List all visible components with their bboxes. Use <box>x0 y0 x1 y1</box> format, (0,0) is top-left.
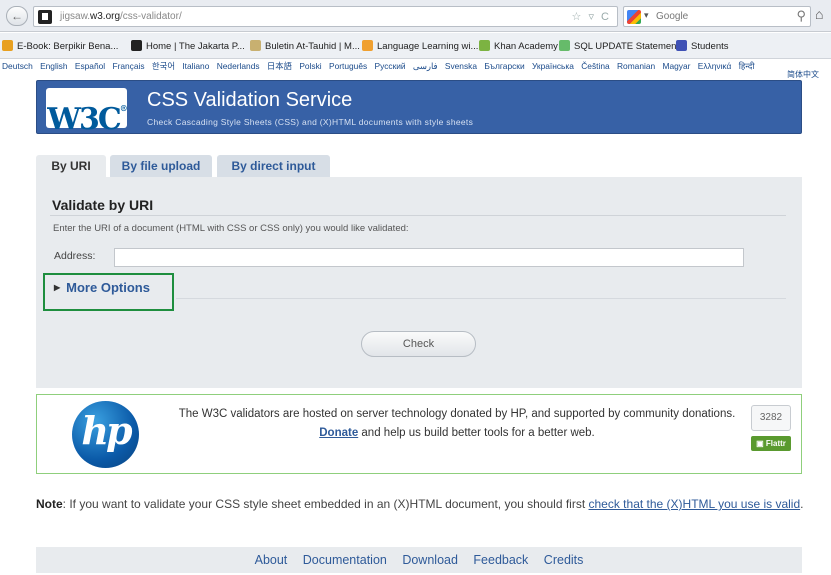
form-description: Enter the URI of a document (HTML with C… <box>53 223 409 234</box>
lang-link[interactable]: Svenska <box>445 61 477 71</box>
footer-link-feedback[interactable]: Feedback <box>473 553 528 567</box>
lang-link[interactable]: Français <box>112 61 144 71</box>
lang-link[interactable]: Ελληνικά <box>698 61 732 71</box>
flattr-button[interactable]: ▣ Flattr <box>751 436 791 451</box>
bookmark-item[interactable]: SQL UPDATE Statement <box>559 40 679 52</box>
lang-link[interactable]: فارسی <box>413 61 438 71</box>
bookmark-star-reload-icons[interactable]: ☆ ▿ C <box>572 10 611 23</box>
validate-by-uri-panel: Validate by URI Enter the URI of a docum… <box>36 177 802 388</box>
header-banner: W3C® CSS Validation Service Check Cascad… <box>36 80 802 137</box>
note-paragraph: Note: If you want to validate your CSS s… <box>36 497 804 511</box>
jakarta-post-icon <box>131 40 142 51</box>
bookmark-item[interactable]: Home | The Jakarta P... <box>131 40 245 52</box>
lang-link[interactable]: 한국어 <box>152 61 175 71</box>
site-favicon-icon <box>38 10 52 24</box>
page-title: CSS Validation Service <box>147 89 353 111</box>
language-icon <box>362 40 373 51</box>
w3c-logo[interactable]: W3C® <box>46 88 128 137</box>
search-icon[interactable]: ⚲ <box>796 8 806 24</box>
tab-by-file-upload[interactable]: By file upload <box>110 155 212 177</box>
book-icon <box>2 40 13 51</box>
bookmark-item[interactable]: Buletin At-Tauhid | M... <box>250 40 360 52</box>
sponsor-box: hp The W3C validators are hosted on serv… <box>36 394 802 474</box>
page-subtitle: Check Cascading Style Sheets (CSS) and (… <box>147 117 474 127</box>
leaf-icon <box>479 40 490 51</box>
hp-logo[interactable]: hp <box>72 401 139 468</box>
section-heading: Validate by URI <box>52 197 154 213</box>
page-icon <box>250 40 261 51</box>
check-xhtml-link[interactable]: check that the (X)HTML you use is valid <box>589 497 801 511</box>
lang-link[interactable]: 简体中文 <box>787 69 819 80</box>
footer-link-credits[interactable]: Credits <box>544 553 584 567</box>
footer-link-download[interactable]: Download <box>402 553 458 567</box>
sponsor-text: The W3C validators are hosted on server … <box>178 408 736 439</box>
lang-link[interactable]: Italiano <box>182 61 209 71</box>
search-placeholder: Google <box>656 11 689 22</box>
bookmark-item[interactable]: Students <box>676 40 729 52</box>
language-selector: Deutsch English Español Français 한국어 Ita… <box>2 60 829 72</box>
w3schools-icon <box>559 40 570 51</box>
lang-link[interactable]: Български <box>484 61 524 71</box>
address-input[interactable] <box>114 248 744 267</box>
lang-link[interactable]: English <box>40 61 67 71</box>
tab-by-uri[interactable]: By URI <box>36 155 106 177</box>
footer-link-about[interactable]: About <box>255 553 288 567</box>
bookmark-item[interactable]: Khan Academy <box>479 40 558 52</box>
lang-link[interactable]: Romanian <box>617 61 655 71</box>
check-button[interactable]: Check <box>361 331 476 357</box>
lang-link[interactable]: हिन्दी <box>739 61 755 71</box>
lang-link[interactable]: Magyar <box>663 61 691 71</box>
lang-link[interactable]: Nederlands <box>217 61 260 71</box>
url-text: jigsaw.w3.org/css-validator/ <box>60 11 182 22</box>
lang-link[interactable]: Polski <box>299 61 321 71</box>
address-bar[interactable]: jigsaw.w3.org/css-validator/ ☆ ▿ C <box>33 6 618 27</box>
students-icon <box>676 40 687 51</box>
more-options-toggle[interactable]: ▶ More Options <box>54 280 150 295</box>
lang-link[interactable]: 日本語 <box>267 61 292 71</box>
address-label: Address: <box>54 250 96 262</box>
lang-link[interactable]: Čeština <box>581 61 609 71</box>
browser-toolbar: ← jigsaw.w3.org/css-validator/ ☆ ▿ C ▾ G… <box>0 0 831 32</box>
footer-link-documentation[interactable]: Documentation <box>303 553 387 567</box>
search-engine-dropdown-icon[interactable]: ▾ <box>644 10 649 21</box>
bookmark-item[interactable]: E-Book: Berpikir Bena... <box>2 40 118 52</box>
bookmarks-bar: E-Book: Berpikir Bena... Home | The Jaka… <box>0 33 831 59</box>
footer-nav: About Documentation Download Feedback Cr… <box>36 547 802 573</box>
bookmark-item[interactable]: Language Learning wi... <box>362 40 478 52</box>
google-icon <box>627 10 641 24</box>
back-button[interactable]: ← <box>6 6 28 26</box>
tab-by-direct-input[interactable]: By direct input <box>217 155 330 177</box>
lang-link[interactable]: Deutsch <box>2 61 33 71</box>
flattr-icon: ▣ <box>756 439 766 448</box>
home-icon[interactable]: ⌂ <box>815 6 823 22</box>
lang-link[interactable]: Español <box>75 61 105 71</box>
triangle-right-icon: ▶ <box>54 283 61 292</box>
flattr-count: 3282 <box>751 405 791 431</box>
divider <box>50 215 786 216</box>
lang-link[interactable]: Українська <box>532 61 574 71</box>
lang-link[interactable]: Português <box>329 61 367 71</box>
donate-link[interactable]: Donate <box>319 427 358 439</box>
lang-link[interactable]: Русский <box>375 61 406 71</box>
browser-search-field[interactable]: ▾ Google ⚲ <box>623 6 811 27</box>
divider <box>176 298 786 299</box>
